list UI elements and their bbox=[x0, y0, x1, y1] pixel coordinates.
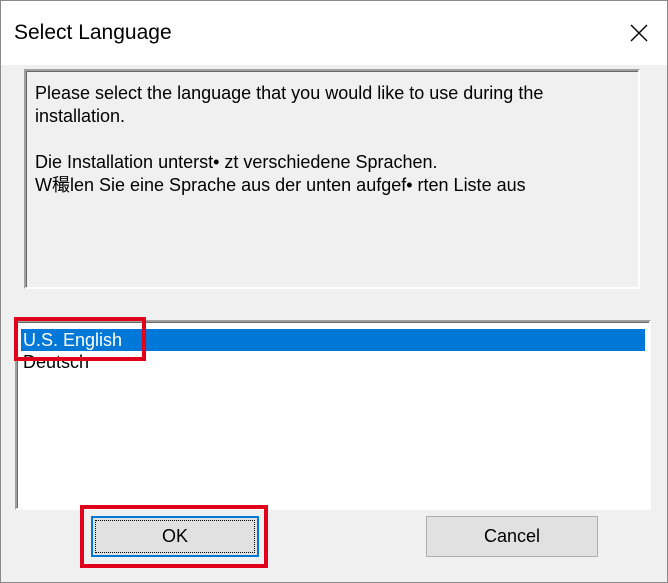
instruction-text-german-1: Die Installation unterst• zt verschieden… bbox=[35, 152, 438, 172]
instruction-text-english: Please select the language that you woul… bbox=[35, 83, 544, 126]
ok-button[interactable]: OK bbox=[91, 516, 259, 557]
language-listbox[interactable]: U.S. English Deutsch bbox=[15, 320, 651, 510]
select-language-dialog: Select Language Please select the langua… bbox=[0, 0, 668, 583]
language-option-deutsch[interactable]: Deutsch bbox=[21, 351, 645, 373]
cancel-button[interactable]: Cancel bbox=[426, 516, 598, 557]
language-option-us-english[interactable]: U.S. English bbox=[21, 329, 645, 351]
dialog-title: Select Language bbox=[14, 21, 172, 44]
title-bar: Select Language bbox=[1, 1, 667, 65]
instruction-panel: Please select the language that you woul… bbox=[24, 69, 640, 289]
instruction-text-german-2: W穝len Sie eine Sprache aus der unten auf… bbox=[35, 175, 526, 195]
close-button[interactable] bbox=[611, 1, 667, 65]
close-icon bbox=[629, 23, 649, 43]
